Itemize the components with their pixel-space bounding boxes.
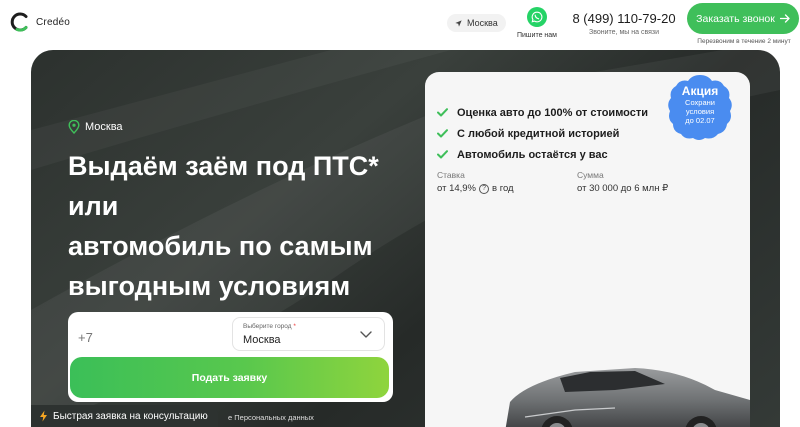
whatsapp-label: Пишите нам	[516, 32, 557, 39]
order-call-button[interactable]: Заказать звонок	[687, 3, 799, 34]
map-pin-icon	[68, 120, 80, 134]
phone-input[interactable]	[78, 322, 228, 352]
promo-line: Сохрани	[685, 98, 715, 107]
info-icon[interactable]: ?	[479, 183, 490, 194]
logo[interactable]: Credéo	[10, 11, 70, 33]
city-selector-label: Москва	[467, 18, 498, 28]
city-select[interactable]: Выберите город * Москва	[232, 317, 385, 351]
benefit-text: Автомобиль остаётся у вас	[457, 148, 608, 161]
hero-title-line: или	[68, 191, 119, 221]
hero-city: Москва	[68, 120, 123, 134]
amount-stat: Сумма от 30 000 до 6 млн ₽	[577, 170, 668, 194]
city-selector[interactable]: Москва	[447, 14, 506, 32]
hero-title-line: выгодным условиям	[68, 271, 351, 301]
check-icon	[437, 150, 448, 159]
amount-value: от 30 000 до 6 млн ₽	[577, 183, 669, 194]
promo-title: Акция	[681, 84, 719, 98]
city-select-label: Выберите город *	[243, 323, 296, 330]
logo-text: Credéo	[36, 16, 70, 28]
whatsapp-icon	[527, 7, 547, 27]
quick-consultation-badge[interactable]: Быстрая заявка на консультацию	[31, 405, 218, 427]
callback-note: Перезвоним в течение 2 минут	[697, 38, 791, 45]
benefit-item: Оценка авто до 100% от стоимости	[437, 102, 648, 123]
promo-line: до 02.07	[685, 116, 715, 125]
lightning-icon	[40, 410, 47, 422]
promo-line: условия	[685, 107, 715, 116]
phone-number[interactable]: 8 (499) 110-79-20	[572, 11, 676, 26]
required-mark: *	[293, 323, 296, 330]
hero-title-line: Выдаём заём под ПТС*	[68, 151, 379, 181]
order-call-label: Заказать звонок	[696, 12, 775, 25]
quick-consultation-label: Быстрая заявка на консультацию	[53, 410, 208, 422]
rate-label: Ставка	[437, 170, 465, 180]
phone-subtitle: Звоните, мы на связи	[589, 29, 659, 36]
location-arrow-icon	[455, 19, 462, 27]
rate-value-text: от 14,9%	[437, 183, 477, 194]
submit-application-button[interactable]: Подать заявку	[70, 357, 389, 398]
rate-stat: Ставка от 14,9% ? в год	[437, 170, 514, 194]
check-icon	[437, 108, 448, 117]
check-icon	[437, 129, 448, 138]
consent-text: е Персональных данных	[228, 413, 314, 422]
whatsapp-link[interactable]: Пишите нам	[510, 7, 564, 39]
rate-value: от 14,9% ? в год	[437, 183, 514, 194]
chevron-down-icon	[360, 331, 372, 338]
hero-title-line: автомобиль по самым	[68, 231, 373, 261]
promo-badge[interactable]: Акция Сохрани условия до 02.07	[666, 73, 734, 141]
site-header: Credéo Москва Пишите нам 8 (499) 110-79-…	[0, 0, 800, 50]
city-select-value: Москва	[243, 334, 281, 346]
arrow-right-icon	[779, 14, 790, 23]
logo-c-icon	[10, 12, 28, 32]
benefits-list: Оценка авто до 100% от стоимости С любой…	[437, 102, 648, 165]
benefit-item: Автомобиль остаётся у вас	[437, 144, 648, 165]
benefit-item: С любой кредитной историей	[437, 123, 648, 144]
amount-label: Сумма	[577, 170, 604, 180]
benefit-text: С любой кредитной историей	[457, 127, 620, 140]
phone-block[interactable]: 8 (499) 110-79-20 Звоните, мы на связи	[572, 11, 676, 36]
car-image	[505, 368, 750, 427]
hero-city-label: Москва	[85, 121, 123, 133]
application-form: Выберите город * Москва Подать заявку	[68, 312, 393, 402]
benefit-text: Оценка авто до 100% от стоимости	[457, 106, 649, 119]
promo-text: Акция Сохрани условия до 02.07	[666, 84, 734, 126]
rate-suffix: в год	[492, 183, 514, 194]
hero-title: Выдаём заём под ПТС* или автомобиль по с…	[68, 146, 418, 306]
